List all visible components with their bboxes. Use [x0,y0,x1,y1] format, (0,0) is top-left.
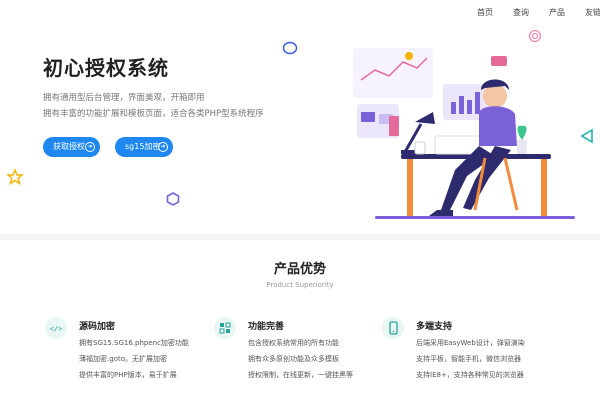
triangle-outline-icon [580,128,593,144]
code-icon: </> [45,317,67,339]
section-subtitle: Product Superiority [266,281,334,289]
hero-description-line2: 拥有丰富的功能扩展和模板页面，适合各类PHP型系统程序 [43,109,264,119]
feature-line: 拥有SG15.SG16.phpenc加密功能 [79,339,189,347]
section-title: 产品优势 [273,262,326,277]
mobile-icon [382,317,404,339]
svg-text:</>: </> [50,325,63,333]
top-nav: 首页 查询 产品 友链 [0,0,600,26]
developer-illustration [353,48,575,219]
feature-line: 授权限制，在线更新，一键挂黑等 [248,371,353,379]
feature-line: 支持IE8+，支持各种常见的浏览器 [416,371,524,379]
feature-line: 后端采用EasyWeb设计，弹窗演染 [416,339,525,347]
section-divider [0,234,600,240]
ellipse-outline-icon [282,41,298,55]
nav-home[interactable]: 首页 [477,7,493,18]
feature-title: 多端支持 [416,322,453,332]
feature-line: 提供丰富的PHP版本，易于扩展 [79,371,177,379]
sg15-encrypt-button[interactable]: sg15加密 ➜ [115,137,173,157]
star-outline-icon [6,168,24,186]
feature-title: 功能完善 [248,322,285,332]
feature-line: 薄福加密.goto。无扩展加密 [79,355,167,363]
hexagon-outline-icon [166,192,180,206]
get-license-label: 获取授权 [53,142,85,151]
arrow-right-icon: ➜ [158,142,168,152]
hero-title: 初心授权系统 [43,56,169,80]
modules-icon [214,317,236,339]
get-license-button[interactable]: 获取授权 ➜ [43,137,100,157]
feature-line: 拥有众多原创功能及众多模板 [248,355,339,363]
feature-line: 支持平板，智能手机，微信浏览器 [416,355,521,363]
nav-links[interactable]: 友链 [585,7,600,18]
hero-description-line1: 拥有通用型后台管理，界面美观，开箱即用 [43,93,205,103]
nav-products[interactable]: 产品 [549,7,565,18]
feature-line: 包含授权系统常用的所有功能 [248,339,339,347]
sg15-encrypt-label: sg15加密 [125,142,161,151]
nav-query[interactable]: 查询 [513,7,529,18]
arrow-right-icon: ➜ [85,142,95,152]
feature-title: 源码加密 [79,322,116,332]
